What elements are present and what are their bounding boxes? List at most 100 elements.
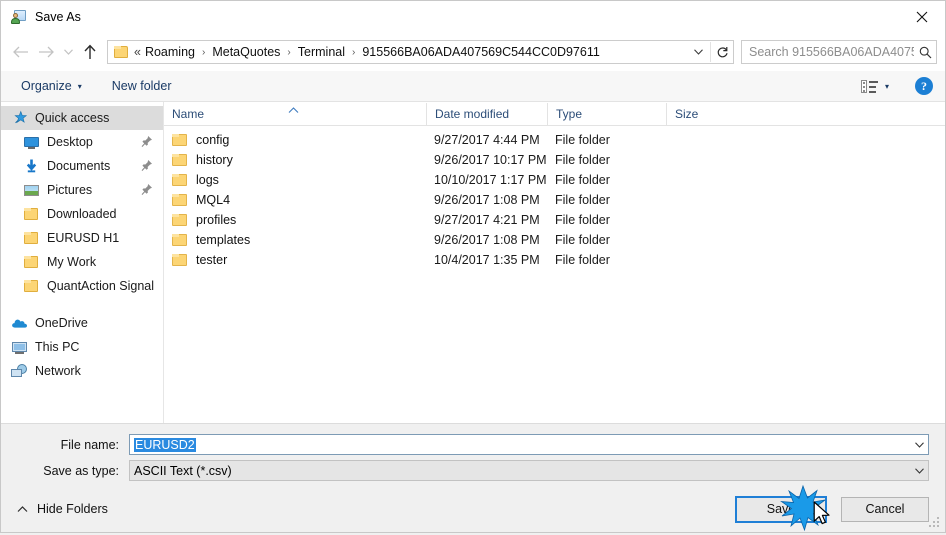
- file-name: MQL4: [196, 193, 230, 207]
- chevron-up-icon: [17, 506, 28, 513]
- pin-icon[interactable]: [141, 183, 153, 196]
- file-name: tester: [196, 253, 227, 267]
- sidebar-item-eurusd-h1[interactable]: EURUSD H1: [1, 226, 163, 250]
- filename-label: File name:: [17, 438, 129, 452]
- sort-ascending-icon: [288, 103, 299, 110]
- sidebar-item-downloaded[interactable]: Downloaded: [1, 202, 163, 226]
- sidebar-item-network[interactable]: Network: [1, 359, 163, 383]
- table-row[interactable]: tester 10/4/2017 1:35 PM File folder: [164, 250, 945, 270]
- column-headers: Name Date modified Type Size: [164, 102, 945, 126]
- pin-icon[interactable]: [141, 135, 153, 148]
- cell-name: profiles: [164, 213, 426, 227]
- savetype-select[interactable]: ASCII Text (*.csv): [129, 460, 929, 481]
- pin-icon[interactable]: [141, 159, 153, 172]
- breadcrumb-item-instance[interactable]: 915566BA06ADA407569C544CC0D97611: [360, 45, 601, 59]
- breadcrumb-separator[interactable]: ›: [197, 47, 210, 58]
- cell-type: File folder: [547, 233, 666, 247]
- folder-icon: [172, 213, 188, 227]
- close-icon[interactable]: [899, 1, 945, 32]
- help-icon[interactable]: ?: [915, 77, 933, 95]
- sidebar-item-label: Desktop: [47, 135, 93, 149]
- save-as-icon: [11, 9, 27, 25]
- column-header-type[interactable]: Type: [547, 103, 666, 125]
- search-input[interactable]: Search 915566BA06ADA40756...: [741, 40, 937, 64]
- table-row[interactable]: logs 10/10/2017 1:17 PM File folder: [164, 170, 945, 190]
- save-button[interactable]: Save: [735, 496, 827, 523]
- filename-input[interactable]: EURUSD2: [129, 434, 929, 455]
- sidebar-item-onedrive[interactable]: OneDrive: [1, 311, 163, 335]
- command-bar: Organize ▾ New folder ▾ ?: [1, 71, 945, 102]
- refresh-icon[interactable]: [711, 46, 733, 59]
- sidebar-item-this-pc[interactable]: This PC: [1, 335, 163, 359]
- folder-icon: [23, 278, 40, 294]
- window-title: Save As: [35, 10, 81, 24]
- list-view-icon: [861, 80, 878, 93]
- table-row[interactable]: profiles 9/27/2017 4:21 PM File folder: [164, 210, 945, 230]
- folder-icon: [23, 230, 40, 246]
- chevron-down-icon: ▾: [885, 82, 889, 91]
- breadcrumb-overflow[interactable]: «: [132, 45, 143, 59]
- sidebar-item-pictures[interactable]: Pictures: [1, 178, 163, 202]
- sidebar-item-label: Documents: [47, 159, 110, 173]
- chevron-down-icon[interactable]: [686, 49, 710, 55]
- recent-locations-button[interactable]: [59, 39, 77, 65]
- sidebar-item-label: OneDrive: [35, 316, 88, 330]
- breadcrumb-item-metaquotes[interactable]: MetaQuotes: [210, 45, 282, 59]
- breadcrumb-separator[interactable]: ›: [282, 47, 295, 58]
- sidebar-item-documents[interactable]: Documents: [1, 154, 163, 178]
- column-header-name[interactable]: Name: [164, 103, 426, 125]
- chevron-down-icon[interactable]: [911, 468, 928, 474]
- sidebar-item-desktop[interactable]: Desktop: [1, 130, 163, 154]
- up-button[interactable]: [77, 39, 103, 65]
- search-icon[interactable]: [914, 46, 936, 59]
- navigation-pane: Quick access Desktop Documents: [1, 102, 164, 423]
- folder-icon: [172, 133, 188, 147]
- forward-button[interactable]: [33, 39, 59, 65]
- new-folder-button[interactable]: New folder: [106, 75, 178, 97]
- pictures-icon: [23, 182, 40, 198]
- column-label: Size: [675, 107, 698, 121]
- sidebar-item-quick-access[interactable]: Quick access: [1, 106, 163, 130]
- cell-date: 9/26/2017 1:08 PM: [426, 193, 547, 207]
- folder-icon: [172, 233, 188, 247]
- filename-value: EURUSD2: [130, 438, 911, 452]
- table-row[interactable]: templates 9/26/2017 1:08 PM File folder: [164, 230, 945, 250]
- cell-date: 10/10/2017 1:17 PM: [426, 173, 547, 187]
- view-options-button[interactable]: ▾: [857, 75, 893, 97]
- sidebar-item-label: QuantAction Signal: [47, 279, 154, 293]
- column-header-date-modified[interactable]: Date modified: [426, 103, 547, 125]
- address-bar[interactable]: « Roaming › MetaQuotes › Terminal › 9155…: [107, 40, 734, 64]
- new-folder-label: New folder: [112, 79, 172, 93]
- breadcrumb-item-terminal[interactable]: Terminal: [296, 45, 347, 59]
- organize-button[interactable]: Organize ▾: [15, 75, 88, 97]
- organize-label: Organize: [21, 79, 72, 93]
- savetype-label: Save as type:: [17, 464, 129, 478]
- folder-icon: [23, 206, 40, 222]
- file-name: config: [196, 133, 229, 147]
- column-header-size[interactable]: Size: [666, 103, 746, 125]
- table-row[interactable]: history 9/26/2017 10:17 PM File folder: [164, 150, 945, 170]
- dialog-footer: Hide Folders Save Cancel: [1, 486, 945, 532]
- hide-folders-label: Hide Folders: [37, 502, 108, 516]
- breadcrumb-separator[interactable]: ›: [347, 47, 360, 58]
- filename-selected-text: EURUSD2: [134, 438, 196, 452]
- table-row[interactable]: config 9/27/2017 4:44 PM File folder: [164, 130, 945, 150]
- desktop-icon: [23, 134, 40, 150]
- table-row[interactable]: MQL4 9/26/2017 1:08 PM File folder: [164, 190, 945, 210]
- cancel-button[interactable]: Cancel: [841, 497, 929, 522]
- save-form: File name: EURUSD2 Save as type: ASCII T…: [1, 423, 945, 486]
- chevron-down-icon[interactable]: [911, 442, 928, 448]
- savetype-value: ASCII Text (*.csv): [130, 464, 911, 478]
- sidebar-item-label: Pictures: [47, 183, 92, 197]
- sidebar-item-my-work[interactable]: My Work: [1, 250, 163, 274]
- file-name: logs: [196, 173, 219, 187]
- cell-type: File folder: [547, 193, 666, 207]
- resize-grip-icon[interactable]: [929, 517, 940, 528]
- sidebar-item-quantaction-signal[interactable]: QuantAction Signal: [1, 274, 163, 298]
- hide-folders-button[interactable]: Hide Folders: [17, 502, 108, 516]
- file-name: profiles: [196, 213, 236, 227]
- cell-name: config: [164, 133, 426, 147]
- back-button[interactable]: [7, 39, 33, 65]
- breadcrumb-item-roaming[interactable]: Roaming: [143, 45, 197, 59]
- cell-date: 9/27/2017 4:21 PM: [426, 213, 547, 227]
